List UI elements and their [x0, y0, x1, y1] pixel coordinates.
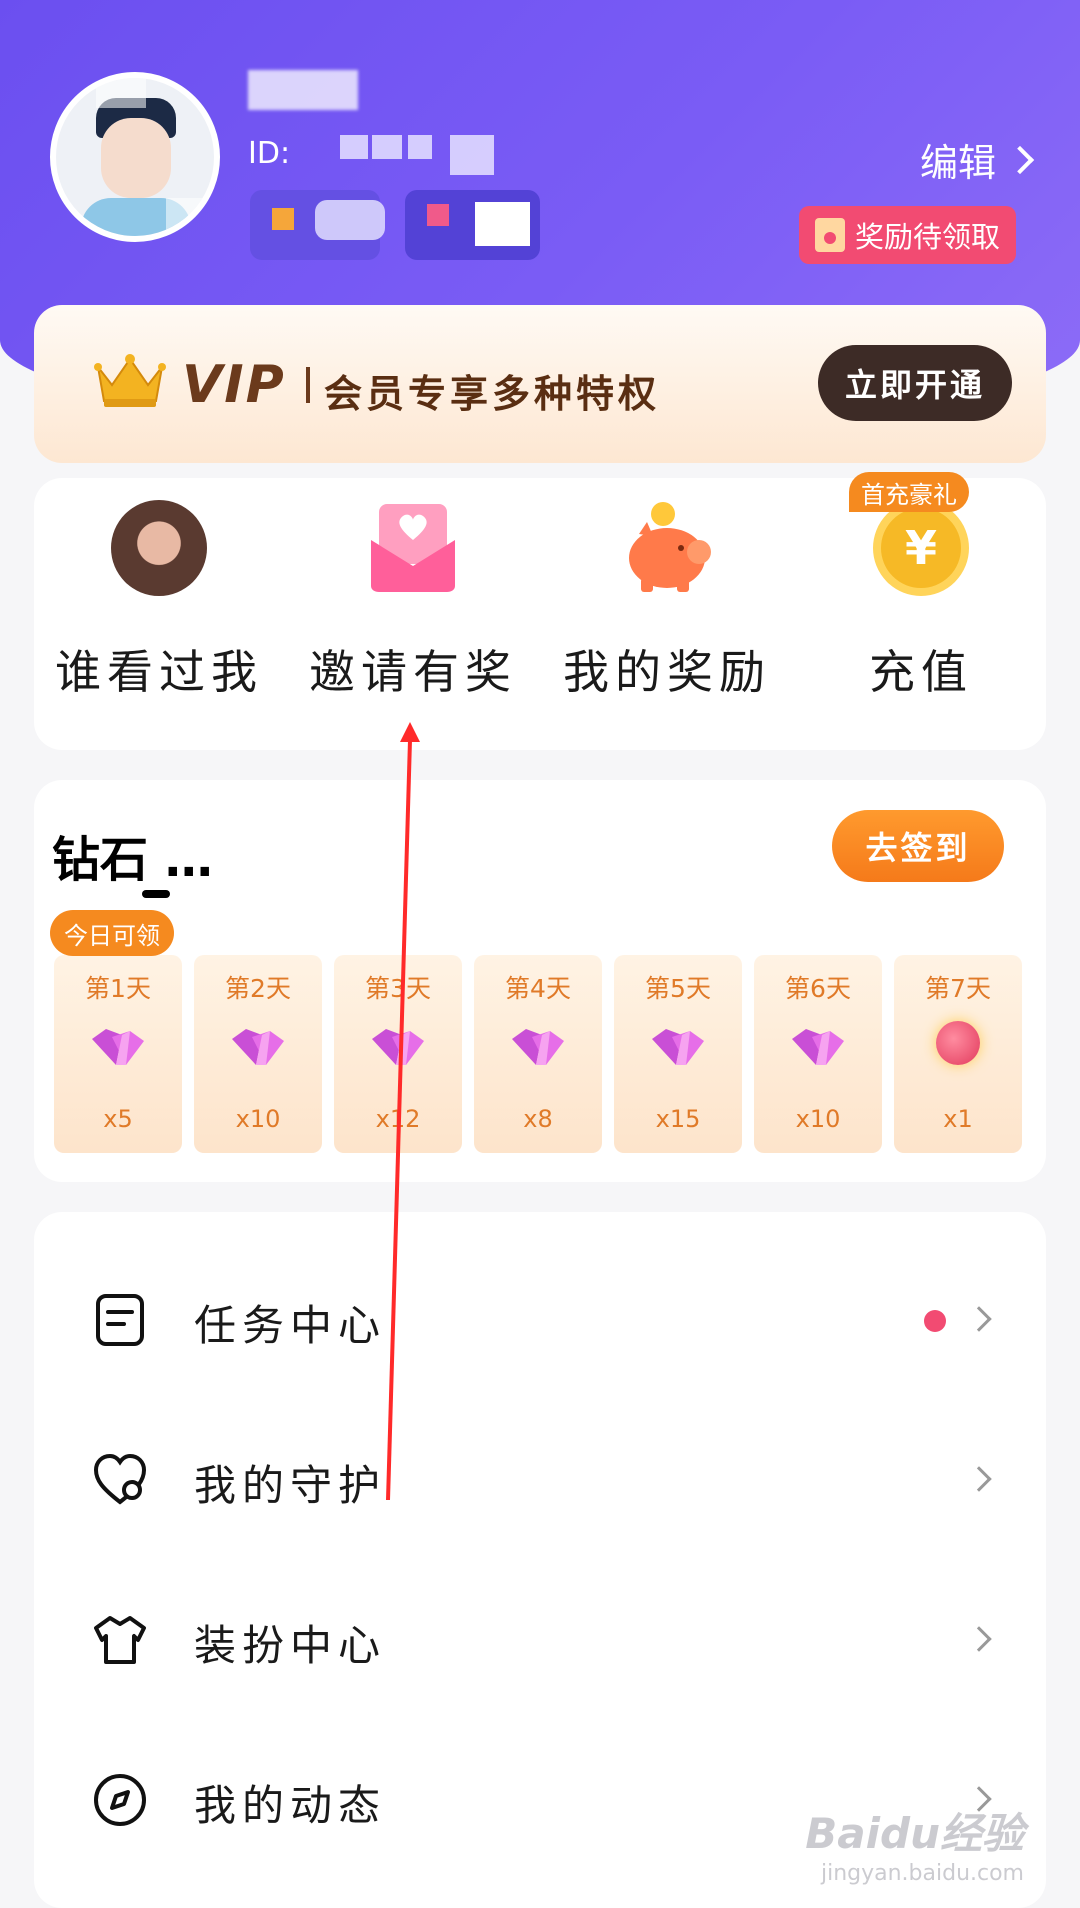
watermark-url: jingyan.baidu.com: [820, 1861, 1024, 1886]
menu-item-label: 装扮中心: [194, 1621, 387, 1670]
user-id-label: ID:: [248, 136, 291, 171]
vip-divider: [306, 367, 310, 403]
crown-icon: [94, 354, 166, 407]
edit-profile-button[interactable]: 编辑: [919, 132, 1035, 187]
checkin-day[interactable]: 第7天 x1: [894, 955, 1022, 1153]
checkin-day[interactable]: 第3天 x12: [334, 955, 462, 1153]
first-recharge-tag: 首充豪礼: [849, 472, 969, 512]
vip-logo: VIP: [182, 355, 286, 415]
menu-item-label: 我的动态: [194, 1781, 387, 1830]
menu-item-dressup-center[interactable]: 装扮中心: [34, 1560, 1046, 1720]
day-amount: x8: [523, 1105, 553, 1133]
day-amount: x12: [375, 1105, 421, 1133]
edit-label: 编辑: [919, 141, 996, 185]
level-mosaic: [405, 190, 540, 260]
diamond-icon: [792, 1029, 844, 1065]
day-label: 第2天: [225, 974, 291, 1003]
avatar[interactable]: [50, 72, 220, 242]
quick-action-recharge[interactable]: ¥ 充值: [796, 478, 1046, 750]
heart-guard-icon: [93, 1453, 147, 1505]
quick-actions-card: 谁看过我 邀请有奖 我的奖励 ¥ 充值 首充豪礼: [34, 472, 1046, 750]
diamond-icon: [92, 1029, 144, 1065]
gift-bomb-icon: [936, 1021, 980, 1065]
day-label: 第7天: [925, 974, 991, 1003]
checkin-button[interactable]: 去签到: [832, 810, 1004, 882]
watermark-brand: Baidu经验: [805, 1809, 1024, 1858]
checkin-day[interactable]: 第4天 x8: [474, 955, 602, 1153]
vip-tagline: 会员专享多种特权: [324, 372, 661, 416]
diamond-icon: [652, 1029, 704, 1065]
title-underline: [142, 890, 170, 898]
quick-action-invite[interactable]: 邀请有奖: [288, 478, 538, 750]
reward-pending-button[interactable]: 奖励待领取: [798, 206, 1016, 264]
day-label: 第1天: [85, 974, 151, 1003]
vip-banner[interactable]: VIP 会员专享多种特权 立即开通: [34, 305, 1046, 463]
quick-action-rewards[interactable]: 我的奖励: [542, 478, 792, 750]
chevron-right-icon: [966, 1626, 992, 1652]
quick-action-label: 充值: [869, 645, 973, 699]
checkin-title: 钻石 …: [52, 832, 213, 888]
quick-action-viewers[interactable]: 谁看过我: [34, 478, 284, 750]
viewer-avatar-icon: [111, 500, 207, 596]
quick-action-label: 我的奖励: [563, 645, 771, 699]
reward-pending-label: 奖励待领取: [854, 220, 1000, 254]
chevron-right-icon: [1005, 145, 1035, 174]
nickname-mosaic: [248, 70, 358, 110]
task-list-icon: [96, 1294, 144, 1346]
day-label: 第5天: [645, 974, 711, 1003]
day-amount: x5: [103, 1105, 133, 1133]
diamond-icon: [512, 1029, 564, 1065]
menu-item-label: 我的守护: [194, 1461, 387, 1510]
day-amount: x1: [943, 1105, 973, 1133]
chevron-right-icon: [966, 1306, 992, 1332]
notification-dot: [924, 1310, 946, 1332]
compass-icon: [94, 1774, 146, 1826]
checkin-day[interactable]: 第5天 x15: [614, 955, 742, 1153]
checkin-card: 钻石 … 去签到 今日可领 第1天 x5 第2天 x10 第3天 x12 第4天…: [34, 780, 1046, 1182]
chevron-right-icon: [966, 1466, 992, 1492]
today-available-tag: 今日可领: [50, 910, 174, 956]
menu-item-my-guardian[interactable]: 我的守护: [34, 1400, 1046, 1560]
yuan-coin-icon: ¥: [873, 500, 969, 596]
watermark: Baidu经验 jingyan.baidu.com: [805, 1800, 1024, 1886]
piggy-bank-icon: [629, 502, 711, 592]
vip-activate-button[interactable]: 立即开通: [818, 345, 1012, 421]
day-amount: x15: [655, 1105, 701, 1133]
day-label: 第6天: [785, 974, 851, 1003]
user-id-mosaic: [340, 135, 368, 159]
day-amount: x10: [235, 1105, 281, 1133]
diamond-icon: [372, 1029, 424, 1065]
diamond-icon: [232, 1029, 284, 1065]
day-label: 第3天: [365, 974, 431, 1003]
day-label: 第4天: [505, 974, 571, 1003]
menu-item-task-center[interactable]: 任务中心: [34, 1240, 1046, 1400]
checkin-day[interactable]: 第6天 x10: [754, 955, 882, 1153]
menu-item-label: 任务中心: [194, 1301, 387, 1350]
invite-envelope-icon: [371, 504, 455, 592]
checkin-day[interactable]: 第2天 x10: [194, 955, 322, 1153]
quick-action-label: 邀请有奖: [309, 645, 517, 699]
day-amount: x10: [795, 1105, 841, 1133]
red-envelope-icon: [814, 218, 845, 252]
checkin-day[interactable]: 第1天 x5: [54, 955, 182, 1153]
quick-action-label: 谁看过我: [55, 645, 263, 699]
tshirt-icon: [94, 1616, 146, 1664]
